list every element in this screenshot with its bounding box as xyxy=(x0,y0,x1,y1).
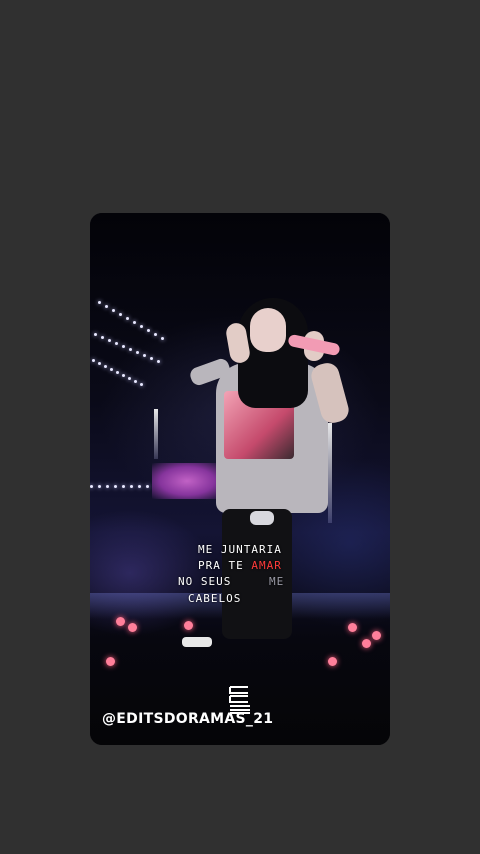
lyric-line: ME JUNTARIA xyxy=(198,542,282,557)
lyric-text: ME xyxy=(269,575,285,588)
lyric-text: ME JUNTARIA xyxy=(198,543,282,556)
crowd-lightstick xyxy=(116,617,125,626)
crowd-lightstick xyxy=(328,657,337,666)
lyric-line: CABELOS xyxy=(188,591,241,606)
crowd-lightstick xyxy=(372,631,381,640)
lyric-line: ME xyxy=(269,574,284,589)
story-media[interactable]: ME JUNTARIA PRA TE AMAR NO SEUS ME CABEL… xyxy=(90,213,390,745)
lyric-text: CABELOS xyxy=(188,592,242,605)
lyric-highlight: AMAR xyxy=(251,559,282,572)
performer-shoe xyxy=(182,637,212,647)
pants-rip xyxy=(250,511,274,525)
crowd-lightstick xyxy=(348,623,357,632)
lyric-text: PRA TE xyxy=(198,559,252,572)
lyric-line: NO SEUS xyxy=(178,574,231,589)
lyric-line: PRA TE AMAR xyxy=(198,558,282,573)
crowd-lightstick xyxy=(106,657,115,666)
crowd-lightstick xyxy=(184,621,193,630)
performer-image xyxy=(90,213,390,745)
watermark-handle: @EDITSDORAMAS_21 xyxy=(102,711,274,727)
crowd-lightstick xyxy=(362,639,371,648)
story-viewer: ME JUNTARIA PRA TE AMAR NO SEUS ME CABEL… xyxy=(0,0,480,854)
performer-face xyxy=(250,308,286,352)
crowd-lightstick xyxy=(128,623,137,632)
lyric-text: NO SEUS xyxy=(178,575,232,588)
